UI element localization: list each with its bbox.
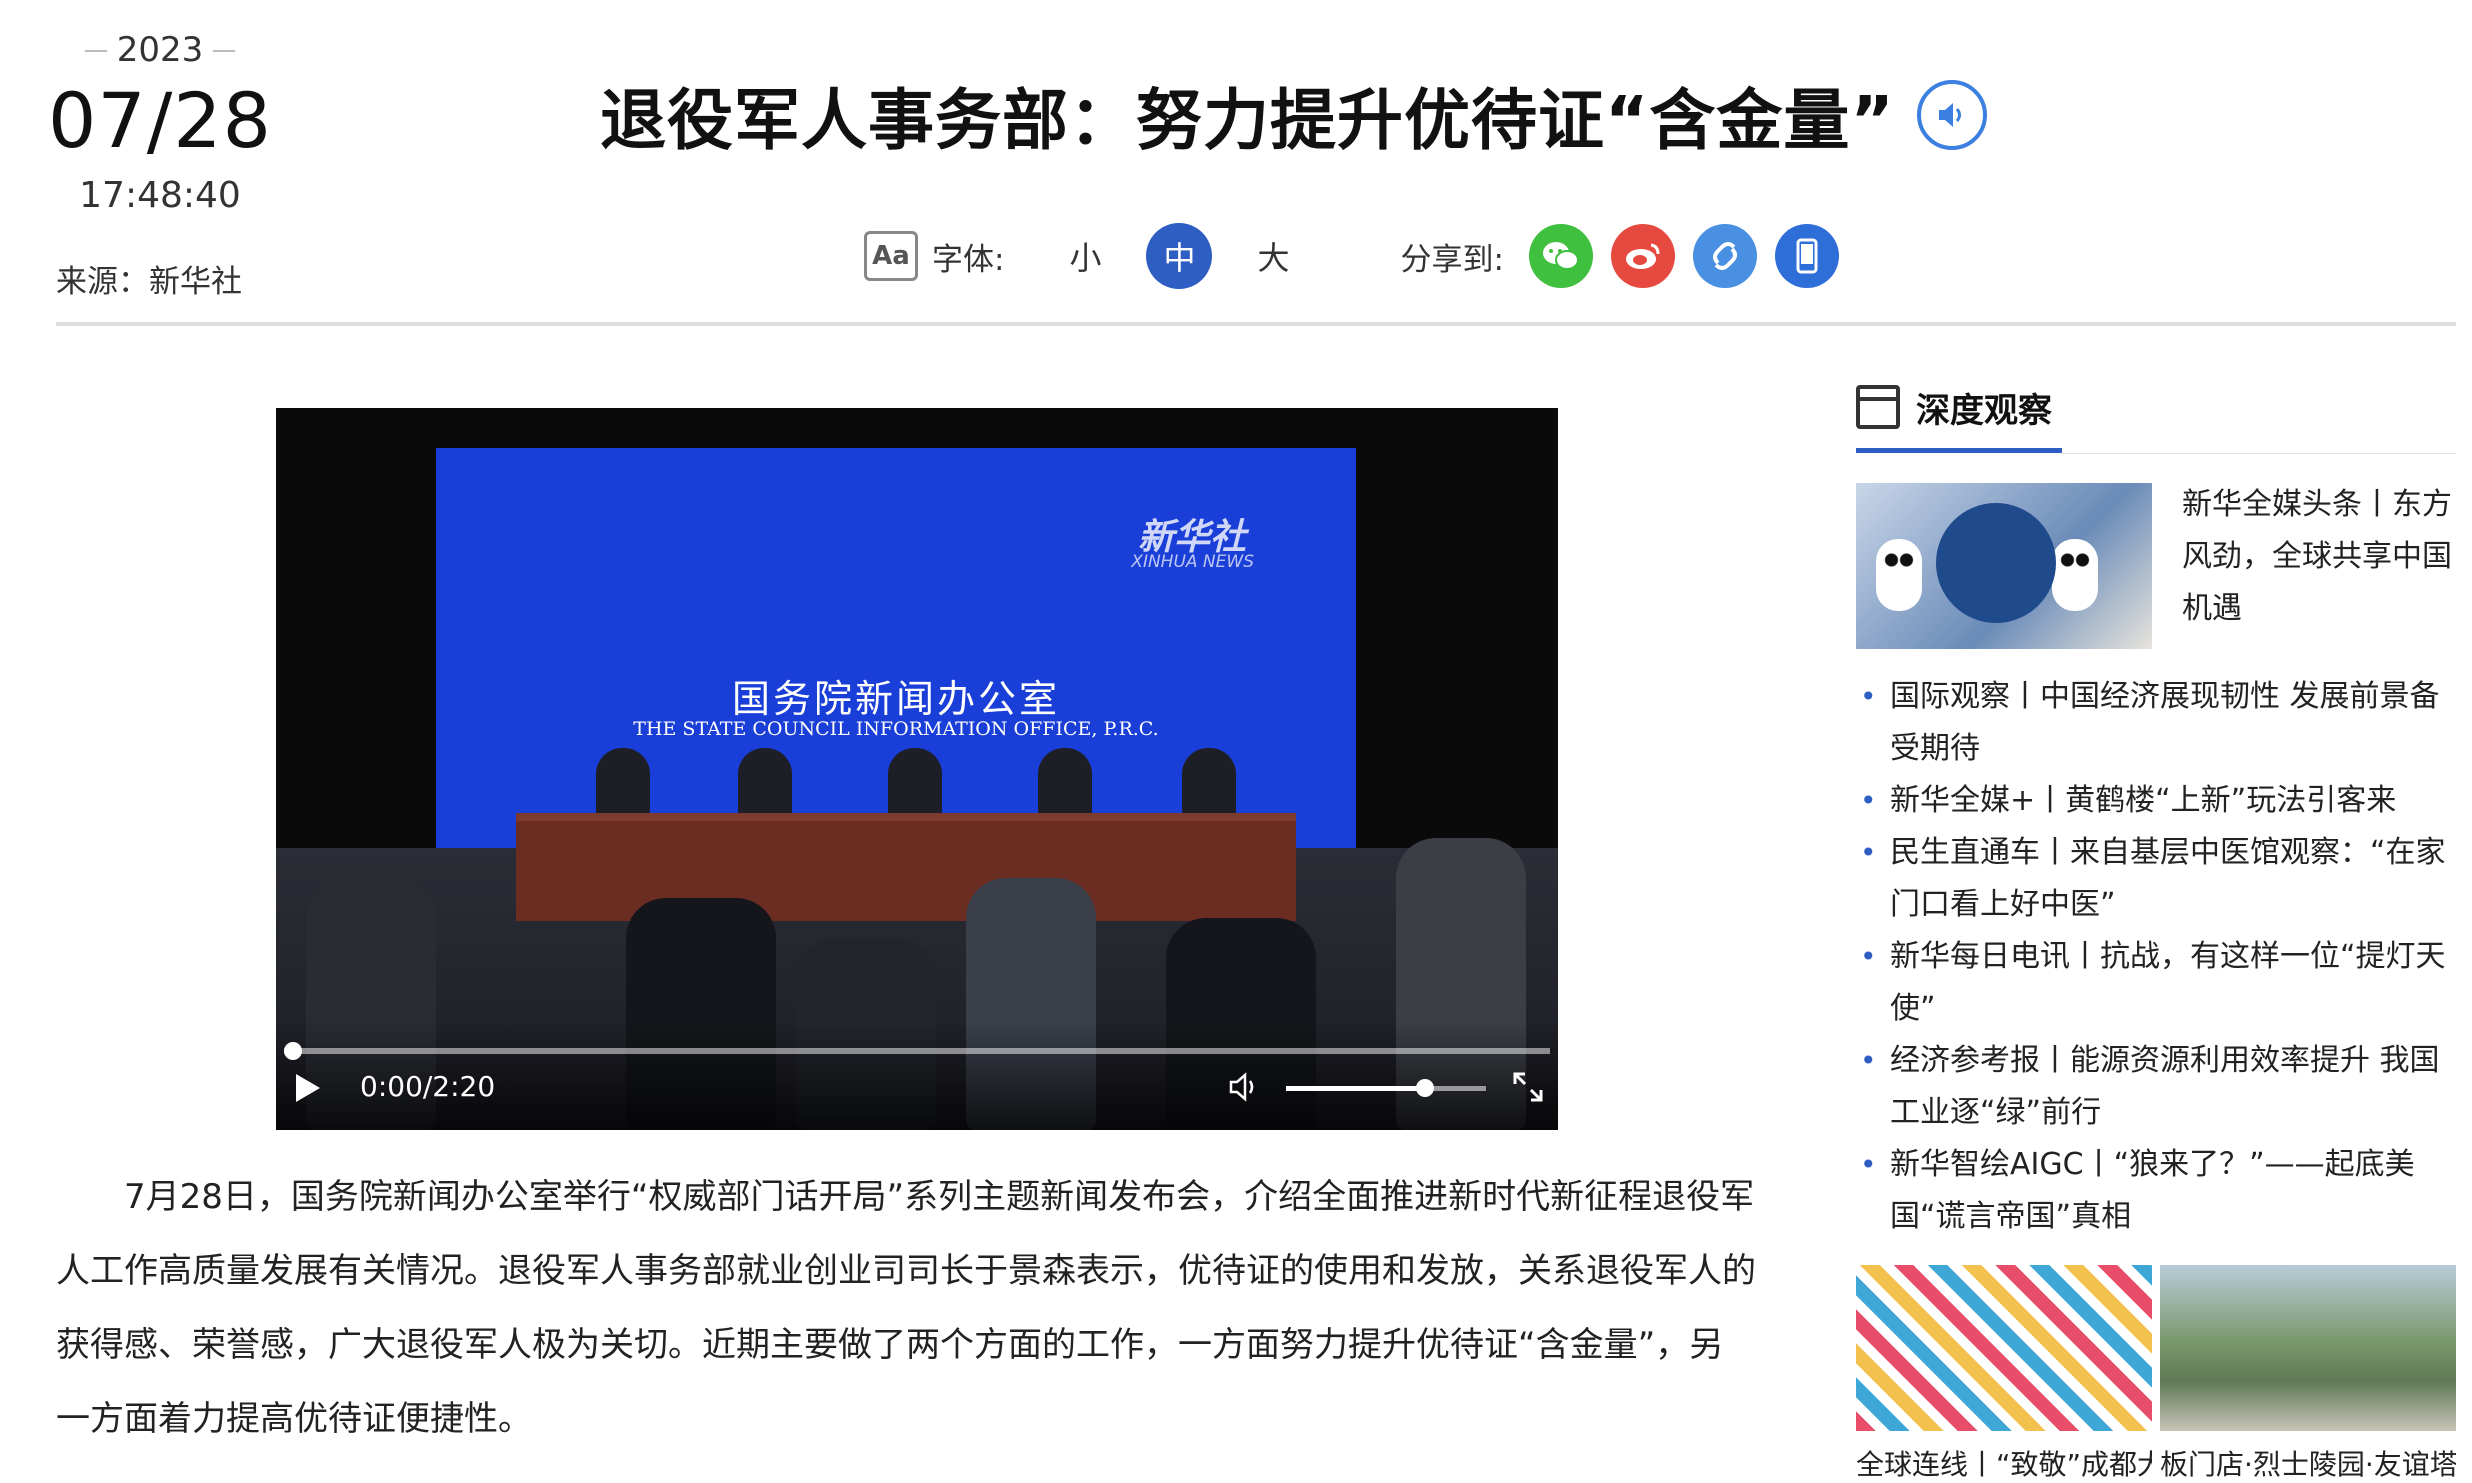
fullscreen-icon[interactable] xyxy=(1511,1070,1545,1112)
news-item[interactable]: 民生直通车丨来自基层中医馆观察：“在家门口看上好中医” xyxy=(1856,827,2456,931)
video-screen-subtitle: THE STATE COUNCIL INFORMATION OFFICE, P.… xyxy=(633,718,1159,740)
sidebar-title: 深度观察 xyxy=(1916,390,2052,431)
volume-icon[interactable] xyxy=(1228,1072,1262,1109)
volume-slider[interactable] xyxy=(1286,1079,1486,1097)
podium xyxy=(516,813,1296,921)
volume-handle[interactable] xyxy=(1416,1079,1434,1097)
share-mobile-button[interactable] xyxy=(1774,224,1839,288)
news-list: 国际观察丨中国经济展现韧性 发展前景备受期待 新华全媒+丨黄鹤楼“上新”玩法引客… xyxy=(1856,671,2456,1243)
video-player[interactable]: 新华社 XINHUA NEWS 国务院新闻办公室 THE STATE COUNC… xyxy=(276,408,1558,1130)
page-title: 退役军人事务部：努力提升优待证“含金量” xyxy=(600,82,1895,159)
sidebar-divider xyxy=(2062,453,2456,454)
video-time: 0:00/2:20 xyxy=(360,1070,496,1103)
header-divider xyxy=(56,322,2456,326)
feature-image[interactable] xyxy=(1856,483,2152,649)
mobile-icon xyxy=(1796,238,1818,274)
date-time: 17:48:40 xyxy=(79,175,241,216)
font-size-medium-button[interactable]: 中 xyxy=(1146,223,1213,289)
feature-story[interactable]: 新华全媒头条丨东方风劲，全球共享中国机遇 xyxy=(1856,483,2456,649)
share-wechat-button[interactable] xyxy=(1528,224,1593,288)
link-icon xyxy=(1712,242,1737,270)
article-source: 来源：新华社 xyxy=(56,264,242,300)
title-row: 退役军人事务部：努力提升优待证“含金量” xyxy=(600,60,1987,170)
video-screen-title: 国务院新闻办公室 xyxy=(731,677,1060,721)
date-day: 07/28 xyxy=(47,76,273,165)
play-icon[interactable] xyxy=(296,1074,320,1102)
wechat-icon xyxy=(1542,242,1579,270)
panda-figure xyxy=(2052,539,2098,611)
article-body: 7月28日，国务院新闻办公室举行“权威部门话开局”系列主题新闻发布会，介绍全面推… xyxy=(56,1177,1756,1439)
video-controls: 0:00/2:20 xyxy=(276,1020,1558,1130)
video-progress-handle[interactable] xyxy=(284,1042,302,1060)
video-watermark-sub: XINHUA NEWS xyxy=(1131,552,1254,572)
news-item[interactable]: 新华全媒+丨黄鹤楼“上新”玩法引客来 xyxy=(1856,775,2456,827)
sidebar: 深度观察 新华全媒头条丨东方风劲，全球共享中国机遇 国际观察丨中国经济展现韧性 … xyxy=(1856,380,2456,1483)
thumbnail-image[interactable] xyxy=(1856,1265,2152,1431)
share-weibo-button[interactable] xyxy=(1610,224,1675,288)
thumbnail-caption[interactable]: 全球连线丨“致敬”成都大运会 xyxy=(1856,1443,2152,1483)
thumbnail-story[interactable]: 全球连线丨“致敬”成都大运会 xyxy=(1856,1265,2152,1483)
news-item[interactable]: 新华每日电讯丨抗战，有这样一位“提灯天使” xyxy=(1856,931,2456,1035)
font-size-icon: Aa xyxy=(864,231,918,281)
date-year: 2023 xyxy=(84,30,235,70)
share-link-button[interactable] xyxy=(1692,224,1757,288)
news-item[interactable]: 经济参考报丨能源资源利用效率提升 我国工业逐“绿”前行 xyxy=(1856,1035,2456,1139)
feature-story-title[interactable]: 新华全媒头条丨东方风劲，全球共享中国机遇 xyxy=(2182,479,2456,649)
thumbnail-story[interactable]: 板门店·烈士陵园·友谊塔 xyxy=(2160,1265,2456,1483)
window-icon xyxy=(1856,385,1900,429)
panda-figure xyxy=(1876,539,1922,611)
weibo-icon xyxy=(1625,243,1660,269)
share-label: 分享到: xyxy=(1400,241,1504,278)
volume-level xyxy=(1286,1086,1424,1091)
font-size-small-button[interactable]: 小 xyxy=(1052,223,1118,289)
font-size-large-button[interactable]: 大 xyxy=(1240,223,1306,289)
sidebar-title-underline xyxy=(1856,448,2062,453)
news-item[interactable]: 新华智绘AIGC丨“狼来了？”——起底美国“谎言帝国”真相 xyxy=(1856,1139,2456,1243)
news-item[interactable]: 国际观察丨中国经济展现韧性 发展前景备受期待 xyxy=(1856,671,2456,775)
read-aloud-button[interactable] xyxy=(1916,80,1987,150)
date-block: 2023 07/28 17:48:40 xyxy=(40,30,280,216)
speaker-icon xyxy=(1938,103,1961,127)
font-size-label: 字体: xyxy=(932,241,1005,278)
expo-sign xyxy=(1936,503,2056,623)
video-progress-bar[interactable] xyxy=(284,1042,1550,1060)
sidebar-header: 深度观察 xyxy=(1856,380,2456,434)
thumbnail-caption[interactable]: 板门店·烈士陵园·友谊塔 xyxy=(2160,1443,2456,1483)
thumbnail-image[interactable] xyxy=(2160,1265,2456,1431)
article-toolbar: Aa 字体: 小 中 大 分享到: xyxy=(864,218,1848,294)
thumbnail-row: 全球连线丨“致敬”成都大运会 板门店·烈士陵园·友谊塔 xyxy=(1856,1265,2456,1483)
